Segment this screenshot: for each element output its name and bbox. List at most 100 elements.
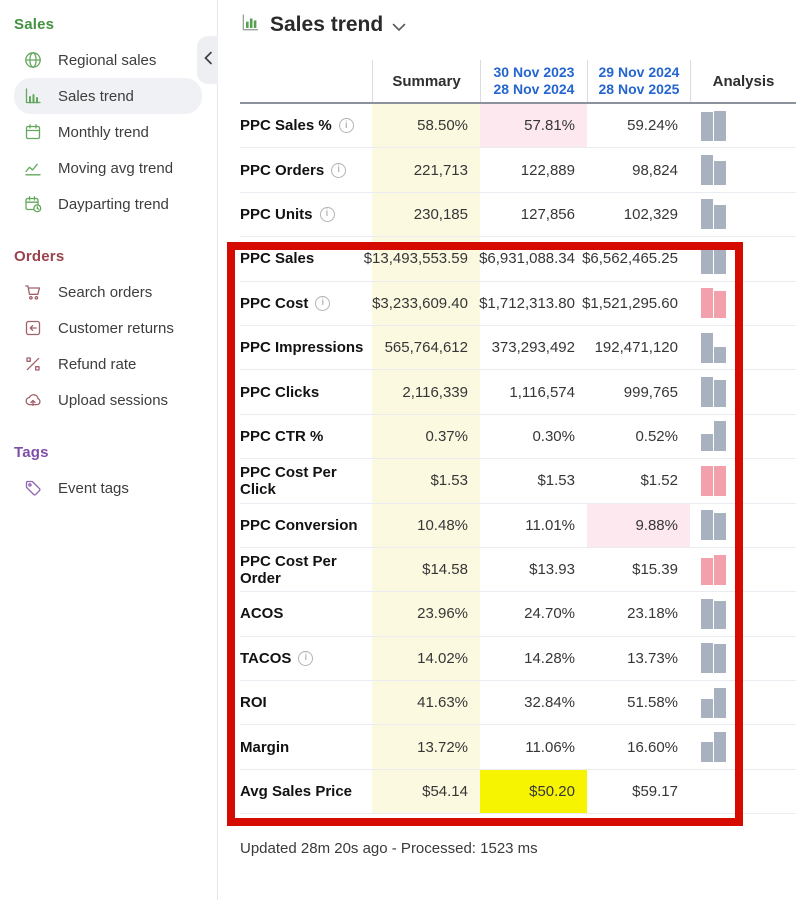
period1-value-cell: $1.53 — [537, 472, 575, 490]
column-header-period2[interactable]: 29 Nov 2024 28 Nov 2025 — [587, 60, 690, 102]
mini-bar — [701, 598, 713, 629]
sidebar-item-monthly-trend[interactable]: Monthly trend — [14, 114, 202, 150]
metric-name-cell: PPC CTR % — [240, 415, 372, 458]
period2-value-cell: 59.24% — [627, 117, 678, 135]
metric-name: PPC Sales — [240, 250, 315, 268]
sidebar-item-moving-avg-trend[interactable]: Moving avg trend — [14, 150, 202, 186]
sidebar-item-label: Monthly trend — [58, 123, 149, 141]
mini-bar — [714, 465, 726, 496]
table-row: ACOS 23.96% 24.70% 23.18% — [240, 592, 796, 637]
sidebar-item-label: Event tags — [58, 479, 129, 497]
mini-bar — [701, 155, 713, 186]
mini-bar-chart — [701, 155, 726, 186]
mini-bar-chart — [701, 687, 726, 718]
period1-value-cell: 122,889 — [520, 161, 575, 179]
period2-value-cell: 13.73% — [627, 649, 678, 667]
analysis-cell — [690, 415, 796, 458]
period2-value-cell: $1.52 — [640, 472, 678, 490]
mini-bar — [701, 510, 713, 541]
mini-bar — [701, 377, 713, 408]
mini-bar — [714, 244, 726, 274]
sidebar-collapse-button[interactable] — [197, 36, 218, 84]
period2-value-cell: 23.18% — [627, 605, 678, 623]
metric-name-cell: Margin — [240, 725, 372, 768]
mini-bar-chart — [701, 199, 726, 230]
column-header-period1[interactable]: 30 Nov 2023 28 Nov 2024 — [480, 60, 587, 102]
sidebar-item-label: Sales trend — [58, 87, 134, 105]
metric-name: PPC Clicks — [240, 383, 320, 401]
mini-bar — [714, 380, 726, 408]
table-row: PPC Cost i $3,233,609.40 $1,712,313.80 $1,52… — [240, 281, 796, 326]
period1-value-cell: 14.28% — [524, 649, 575, 667]
mini-bar — [701, 243, 713, 274]
metric-name: PPC Cost Per Order — [240, 552, 337, 587]
table-row: PPC CTR % 0.37% 0.30% 0.52% — [240, 414, 796, 460]
period2-value-cell: $6,562,465.25 — [582, 250, 678, 268]
period1-value-cell: $50.20 — [480, 769, 587, 814]
info-icon[interactable]: i — [331, 162, 347, 178]
summary-value-cell: 10.48% — [372, 503, 480, 547]
metric-name-cell: PPC Orders i — [240, 148, 372, 191]
metric-name: PPC Cost Per Click — [240, 463, 337, 498]
summary-value-cell: 2,116,339 — [372, 370, 480, 414]
cart-icon — [23, 282, 43, 302]
bar-chart-icon — [23, 86, 43, 106]
metric-name: ROI — [240, 694, 267, 712]
info-icon[interactable]: i — [319, 206, 335, 222]
metric-name: PPC Units — [240, 205, 313, 223]
analysis-cell — [690, 681, 796, 724]
period1-value-cell: $6,931,088.34 — [479, 250, 575, 268]
summary-value-cell: 0.37% — [372, 414, 480, 459]
period1-value-cell: 373,293,492 — [491, 339, 575, 357]
sidebar-item-upload-sessions[interactable]: Upload sessions — [14, 382, 202, 418]
sidebar-item-label: Dayparting trend — [58, 195, 169, 213]
period2-value-cell: $15.39 — [632, 561, 678, 579]
metric-name: TACOS — [240, 649, 292, 667]
sidebar-item-label: Upload sessions — [58, 391, 169, 409]
metric-name-cell: TACOS i — [240, 637, 372, 680]
sidebar-section: Orders Search orders Customer returns Refun… — [14, 248, 217, 418]
info-icon[interactable]: i — [298, 650, 314, 666]
period2-value-cell: 999,765 — [623, 383, 678, 401]
metric-name-cell: PPC Clicks — [240, 370, 372, 413]
summary-value-cell: 230,185 — [372, 192, 480, 237]
sidebar-item-customer-returns[interactable]: Customer returns — [14, 310, 202, 346]
mini-bar — [701, 465, 713, 496]
mini-bar — [714, 554, 726, 585]
period2-value-cell: 51.58% — [627, 694, 678, 712]
cloud-upload-icon — [23, 390, 43, 410]
column-header-metric — [240, 60, 372, 102]
metric-name: PPC Conversion — [240, 516, 358, 534]
column-header-analysis: Analysis — [690, 60, 796, 102]
table-row: PPC Sales $13,493,553.59 $6,931,088.34 $6,5… — [240, 237, 796, 282]
chevron-down-icon[interactable] — [392, 23, 406, 32]
metric-name-cell: PPC Cost Per Click — [240, 459, 372, 502]
summary-value-cell: 13.72% — [372, 725, 480, 769]
analysis-cell — [690, 592, 796, 635]
analysis-cell — [690, 282, 796, 325]
sidebar-item-dayparting-trend[interactable]: Dayparting trend — [14, 186, 202, 222]
period1-value-cell: 127,856 — [520, 205, 575, 223]
mini-bar — [701, 199, 713, 230]
period1-value-cell: 32.84% — [524, 694, 575, 712]
mini-bar — [714, 161, 726, 186]
sidebar-item-refund-rate[interactable]: Refund rate — [14, 346, 202, 382]
summary-value-cell: 23.96% — [372, 592, 480, 636]
mini-bar — [714, 513, 726, 541]
sidebar-item-event-tags[interactable]: Event tags — [14, 470, 202, 506]
metric-name-cell: PPC Sales % i — [240, 104, 372, 147]
sidebar-item-regional-sales[interactable]: Regional sales — [14, 42, 202, 78]
sidebar-item-label: Moving avg trend — [58, 159, 174, 177]
analysis-cell — [690, 548, 796, 591]
period1-value-cell: 11.06% — [525, 738, 575, 756]
sidebar-item-sales-trend[interactable]: Sales trend — [14, 78, 202, 114]
sidebar-item-label: Refund rate — [58, 355, 137, 373]
analysis-cell — [690, 459, 796, 502]
mini-bar — [701, 111, 713, 141]
analysis-cell — [690, 725, 796, 768]
analysis-cell — [690, 770, 796, 813]
period1-value-cell: 11.01% — [525, 516, 575, 534]
info-icon[interactable]: i — [338, 118, 354, 134]
info-icon[interactable]: i — [315, 295, 331, 311]
sidebar-item-search-orders[interactable]: Search orders — [14, 274, 202, 310]
